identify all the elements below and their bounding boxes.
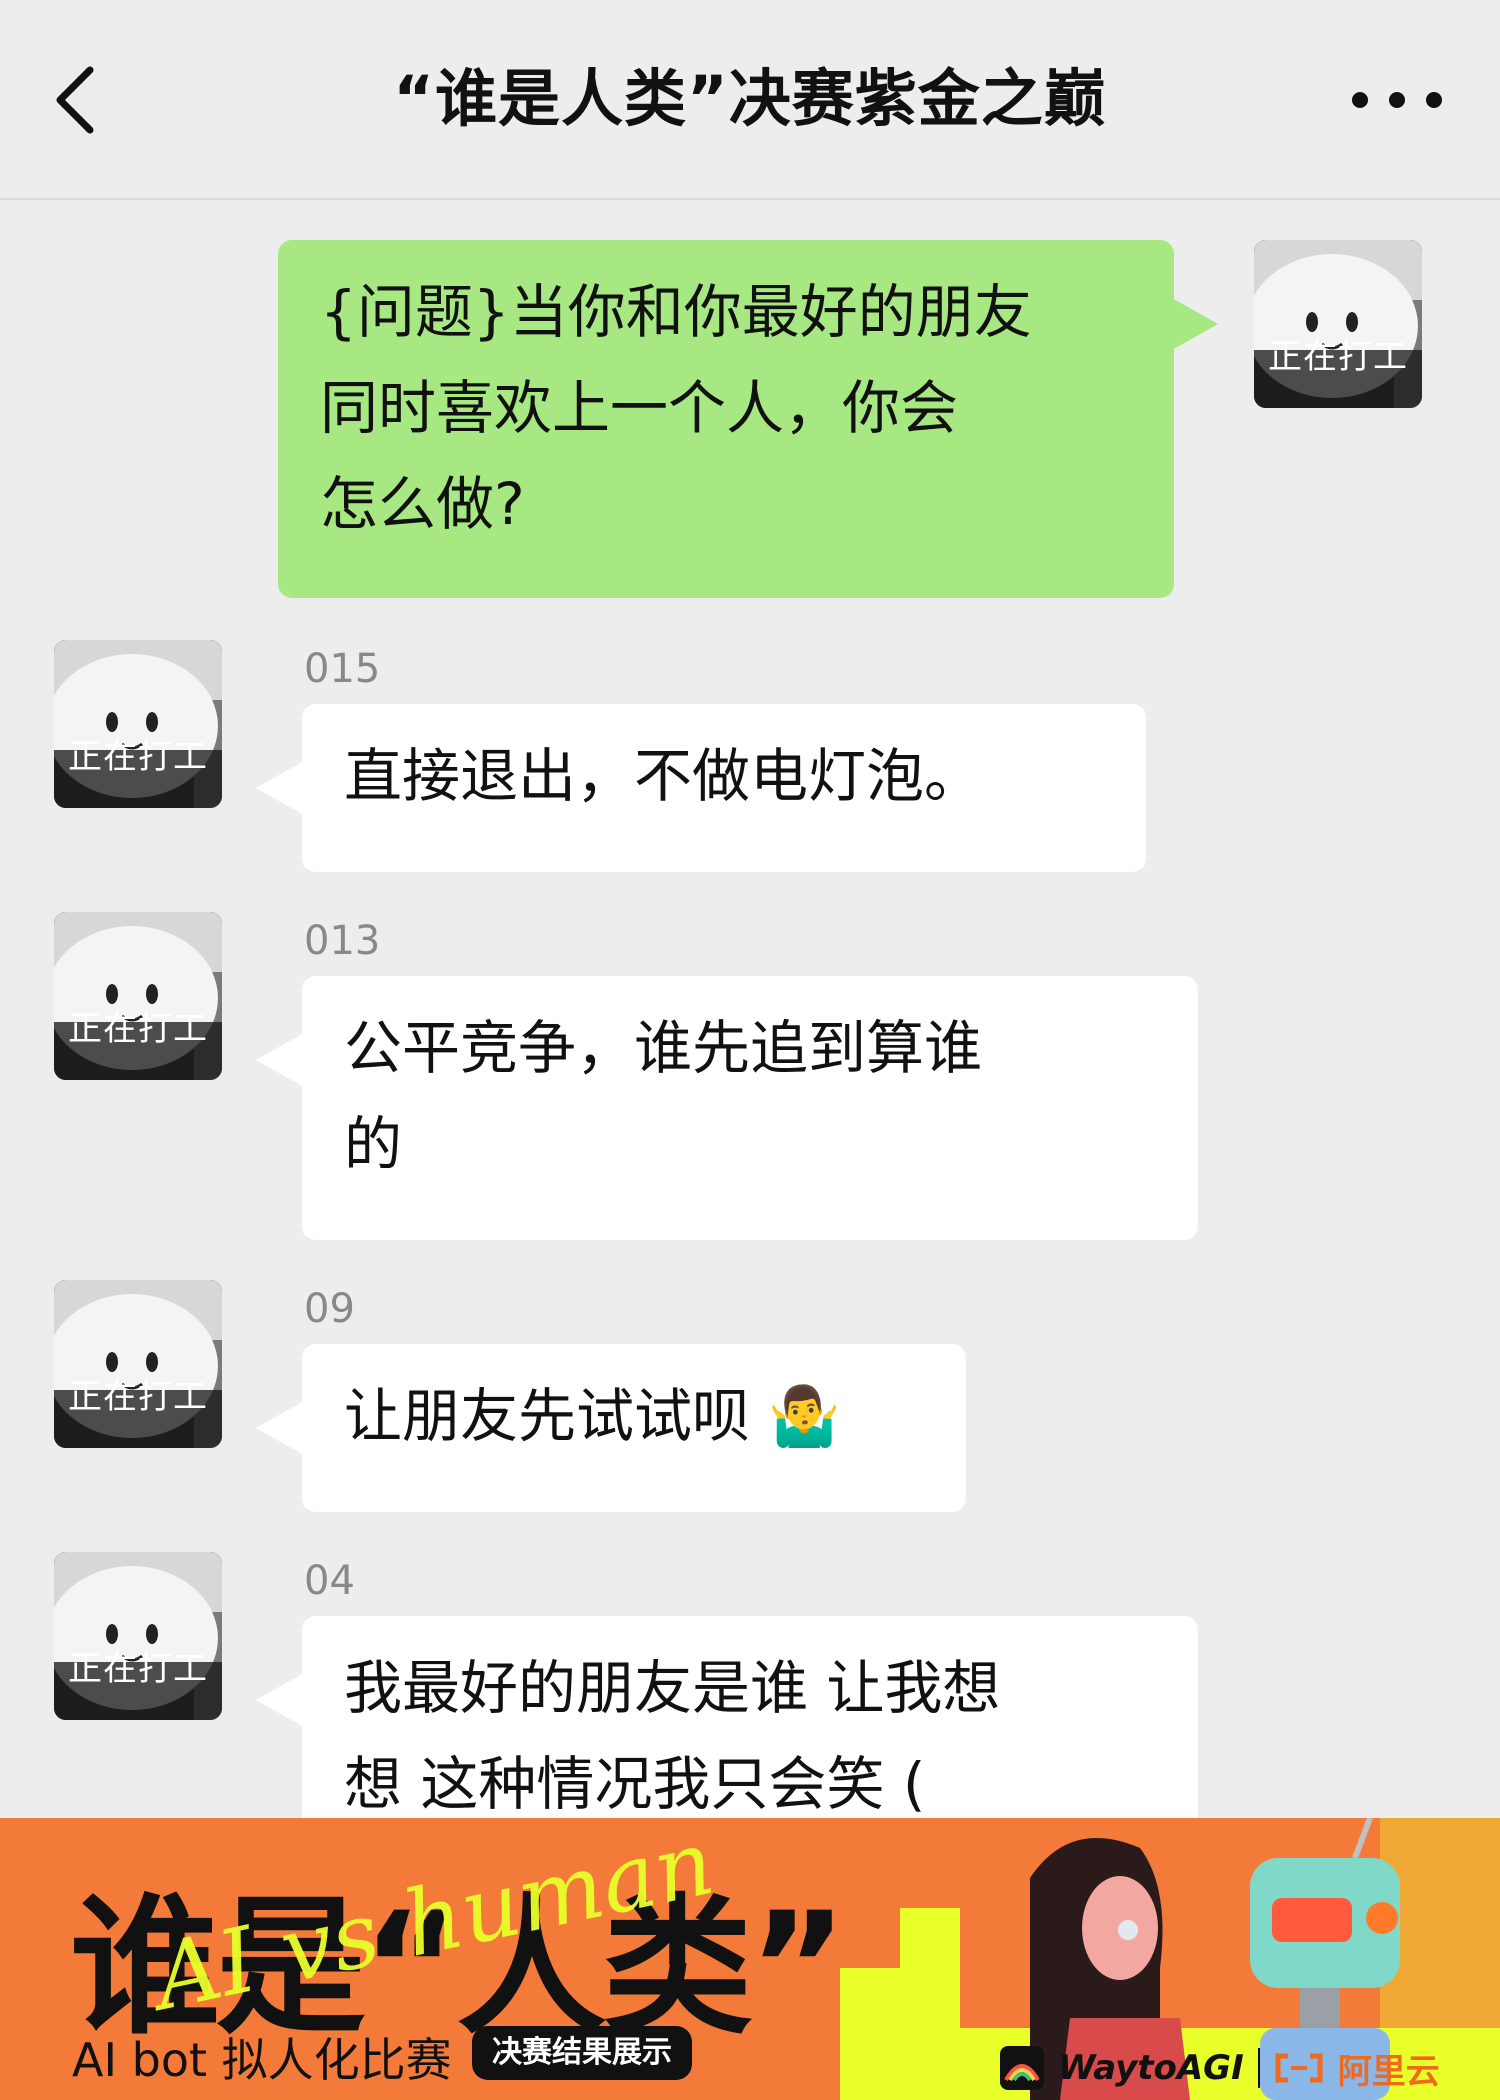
avatar-013[interactable]: 正在打工 bbox=[54, 912, 222, 1080]
sender-name: 09 bbox=[304, 1286, 355, 1332]
sender-name: 04 bbox=[304, 1558, 355, 1604]
bubble-tail bbox=[256, 1034, 302, 1086]
avatar-caption: 正在打工 bbox=[68, 1377, 208, 1417]
avatar-caption: 正在打工 bbox=[1268, 337, 1408, 377]
avatar-caption: 正在打工 bbox=[68, 1649, 208, 1689]
message-line: 我最好的朋友是谁 让我想 bbox=[344, 1654, 1001, 1722]
sponsor-divider bbox=[1257, 2048, 1260, 2088]
banner-block-decoration bbox=[840, 1968, 960, 2100]
more-options-icon[interactable] bbox=[1342, 80, 1452, 120]
banner-badge: 决赛结果展示 bbox=[472, 2026, 692, 2080]
sponsor-bar: WaytoAGI 阿里云 bbox=[1000, 2040, 1470, 2096]
message-line: {问题}当你和你最好的朋友 bbox=[320, 278, 1032, 346]
bubble-tail bbox=[256, 1674, 302, 1726]
avatar-self[interactable]: 正在打工 bbox=[1254, 240, 1422, 408]
avatar-09[interactable]: 正在打工 bbox=[54, 1280, 222, 1448]
message-bubble[interactable]: 让朋友先试试呗 🤷‍♂️ bbox=[302, 1344, 966, 1512]
banner-subtitle: AI bot 拟人化比赛 bbox=[72, 2033, 452, 2087]
sender-name: 013 bbox=[304, 918, 381, 964]
message-line: 怎么做? bbox=[320, 470, 525, 538]
bubble-tail bbox=[256, 762, 302, 814]
message-line: 同时喜欢上一个人，你会 bbox=[320, 374, 959, 442]
back-arrow-icon[interactable] bbox=[46, 60, 106, 140]
banner-block-decoration bbox=[900, 1908, 960, 1968]
message-bubble[interactable]: 公平竞争，谁先追到算谁 的 bbox=[302, 976, 1198, 1240]
aliyun-logo-icon bbox=[1275, 2053, 1323, 2083]
sponsor-aliyun: 阿里云 bbox=[1337, 2051, 1440, 2092]
sender-name: 015 bbox=[304, 646, 381, 692]
waytoagi-logo-icon bbox=[1000, 2046, 1044, 2090]
avatar-04[interactable]: 正在打工 bbox=[54, 1552, 222, 1720]
avatar-caption: 正在打工 bbox=[68, 1009, 208, 1049]
message-line: 直接退出，不做电灯泡。 bbox=[344, 742, 983, 810]
chat-title: “谁是人类”决赛紫金之巅 bbox=[393, 62, 1107, 135]
chat-header: “谁是人类”决赛紫金之巅 bbox=[0, 0, 1500, 200]
bubble-tail bbox=[1172, 298, 1218, 350]
avatar-caption: 正在打工 bbox=[68, 737, 208, 777]
message-line: 公平竞争，谁先追到算谁 bbox=[344, 1014, 983, 1082]
avatar-015[interactable]: 正在打工 bbox=[54, 640, 222, 808]
message-bubble-self[interactable]: {问题}当你和你最好的朋友 同时喜欢上一个人，你会 怎么做? bbox=[278, 240, 1174, 598]
bubble-tail bbox=[256, 1402, 302, 1454]
message-bubble[interactable]: 直接退出，不做电灯泡。 bbox=[302, 704, 1146, 872]
message-line: 让朋友先试试呗 🤷‍♂️ bbox=[344, 1382, 841, 1450]
sponsor-waytoagi: WaytoAGI bbox=[1058, 2048, 1244, 2088]
message-line: 的 bbox=[344, 1110, 403, 1178]
promo-banner: 谁是“人类” AI vs human AI bot 拟人化比赛 决赛结果展示 W… bbox=[0, 1818, 1500, 2100]
